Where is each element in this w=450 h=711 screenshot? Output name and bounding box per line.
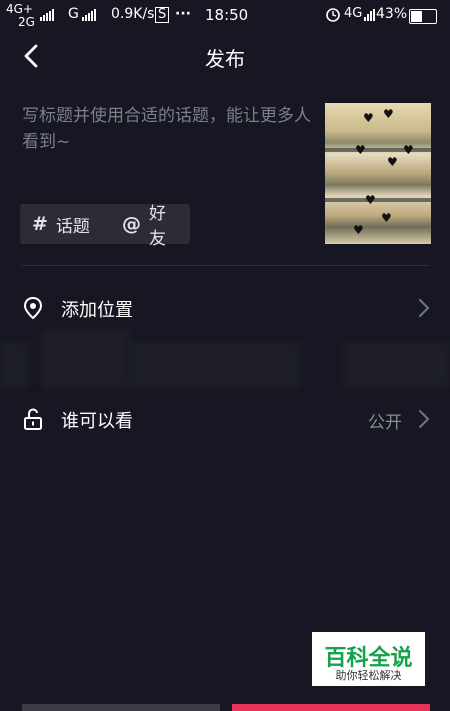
status-bar: 4G+ 2G G 0.9K/s S ··· 18:50 4G 43% [0, 0, 450, 32]
topic-button[interactable]: # 话题 [20, 204, 120, 244]
signal-icon [40, 9, 54, 21]
chevron-right-icon [418, 409, 430, 429]
add-location-row[interactable]: 添加位置 [0, 280, 450, 336]
network-label-2: 2G [18, 15, 35, 29]
network-label-3: G [68, 6, 79, 22]
location-pin-icon [23, 296, 43, 320]
hashtag-icon: # [32, 213, 48, 235]
page-title: 发布 [205, 47, 245, 71]
visibility-value: 公开 [368, 413, 402, 433]
divider [22, 265, 430, 266]
watermark-logo: 百科全说 助你轻松解决 [312, 632, 425, 686]
who-can-view-row[interactable]: 谁可以看 公开 [0, 391, 450, 447]
at-icon: @ [122, 213, 141, 235]
data-speed: 0.9K/s [111, 6, 155, 22]
watermark-subtitle: 助你轻松解决 [335, 669, 402, 682]
mention-friend-button[interactable]: @ 好友 [110, 204, 190, 249]
location-suggestion-blur [130, 342, 300, 388]
location-suggestion-blur [344, 342, 450, 388]
alarm-icon [326, 8, 340, 22]
location-suggestion-blur [42, 330, 130, 388]
more-dots: ··· [175, 6, 191, 22]
publish-button[interactable] [232, 704, 430, 711]
location-suggestion-blur [0, 342, 28, 388]
friend-label: 好友 [149, 204, 166, 249]
battery-percent: 43% [376, 6, 408, 22]
topic-label: 话题 [55, 216, 90, 237]
network-label-4: 4G [344, 6, 363, 21]
who-can-view-label: 谁可以看 [61, 411, 133, 432]
title-input[interactable]: 写标题并使用合适的话题，能让更多人看到~ [22, 103, 312, 155]
signal-icon-3 [364, 9, 375, 21]
video-thumbnail[interactable]: ♥ ♥ ♥ ♥ ♥ ♥ ♥ ♥ [325, 103, 431, 244]
network-label: 4G+ [6, 2, 33, 16]
signal-icon-2 [82, 9, 96, 21]
screenshot-icon: S [155, 7, 170, 23]
add-location-label: 添加位置 [61, 300, 133, 321]
chevron-right-icon [418, 298, 430, 318]
unlock-icon [24, 408, 42, 430]
save-draft-button[interactable] [22, 704, 220, 711]
header: 发布 [0, 32, 450, 80]
battery-icon [409, 9, 437, 24]
clock: 18:50 [205, 6, 249, 24]
